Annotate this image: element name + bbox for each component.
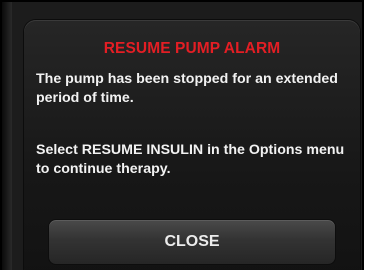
device-bezel-edge [2, 2, 12, 270]
device-screen: RESUME PUMP ALARM The pump has been stop… [0, 0, 364, 270]
alarm-message-stopped: The pump has been stopped for an extende… [36, 71, 338, 106]
alarm-title: RESUME PUMP ALARM [103, 40, 281, 57]
close-button[interactable]: CLOSE [48, 219, 336, 265]
alarm-message-instructions: Select RESUME INSULIN in the Options men… [36, 142, 345, 177]
alarm-dialog: RESUME PUMP ALARM The pump has been stop… [24, 20, 360, 270]
